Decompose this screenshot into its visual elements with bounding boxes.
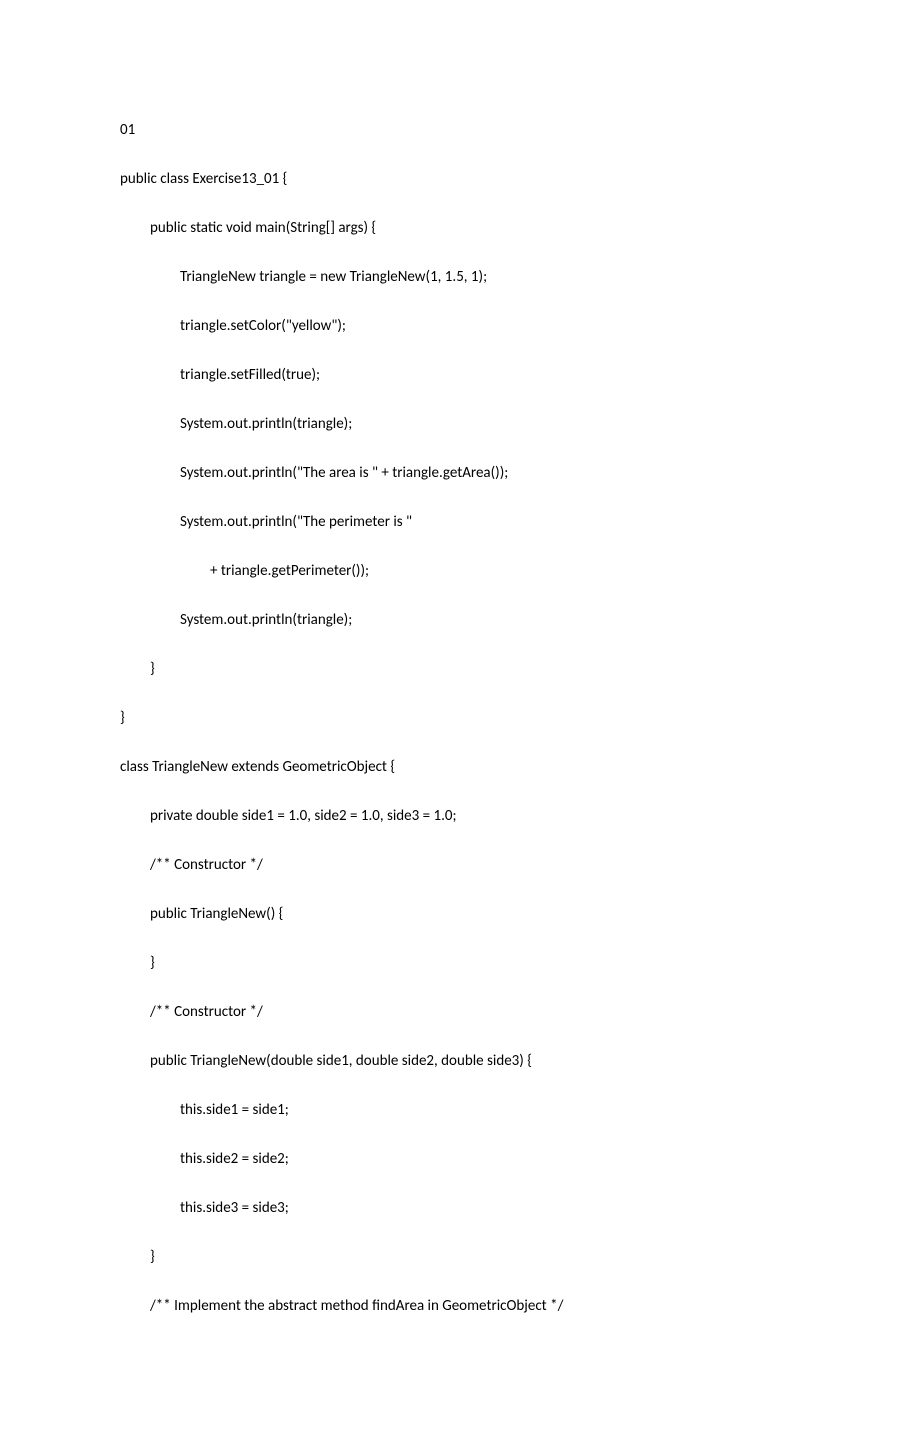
code-line: public static void main(String[] args) { — [120, 218, 800, 239]
document-page: 01 public class Exercise13_01 { public s… — [0, 0, 920, 1445]
code-line: TriangleNew triangle = new TriangleNew(1… — [120, 267, 800, 288]
code-line: this.side3 = side3; — [120, 1198, 800, 1219]
code-line: class TriangleNew extends GeometricObjec… — [120, 757, 800, 778]
code-line: } — [120, 1247, 800, 1268]
code-line: /** Implement the abstract method findAr… — [120, 1296, 800, 1317]
code-line: 01 — [120, 120, 800, 141]
code-line: } — [120, 708, 800, 729]
code-line: System.out.println(triangle); — [120, 610, 800, 631]
code-line: /** Constructor */ — [120, 1002, 800, 1023]
code-line: public TriangleNew(double side1, double … — [120, 1051, 800, 1072]
code-line: private double side1 = 1.0, side2 = 1.0,… — [120, 806, 800, 827]
code-line: + triangle.getPerimeter()); — [120, 561, 800, 582]
code-line: public class Exercise13_01 { — [120, 169, 800, 190]
code-line: } — [120, 953, 800, 974]
code-line: /** Constructor */ — [120, 855, 800, 876]
code-line: System.out.println(triangle); — [120, 414, 800, 435]
code-line: System.out.println("The perimeter is " — [120, 512, 800, 533]
code-line: public TriangleNew() { — [120, 904, 800, 925]
code-line: this.side1 = side1; — [120, 1100, 800, 1121]
code-line: } — [120, 659, 800, 680]
code-line: System.out.println("The area is " + tria… — [120, 463, 800, 484]
code-line: triangle.setFilled(true); — [120, 365, 800, 386]
code-line: triangle.setColor("yellow"); — [120, 316, 800, 337]
code-line: this.side2 = side2; — [120, 1149, 800, 1170]
